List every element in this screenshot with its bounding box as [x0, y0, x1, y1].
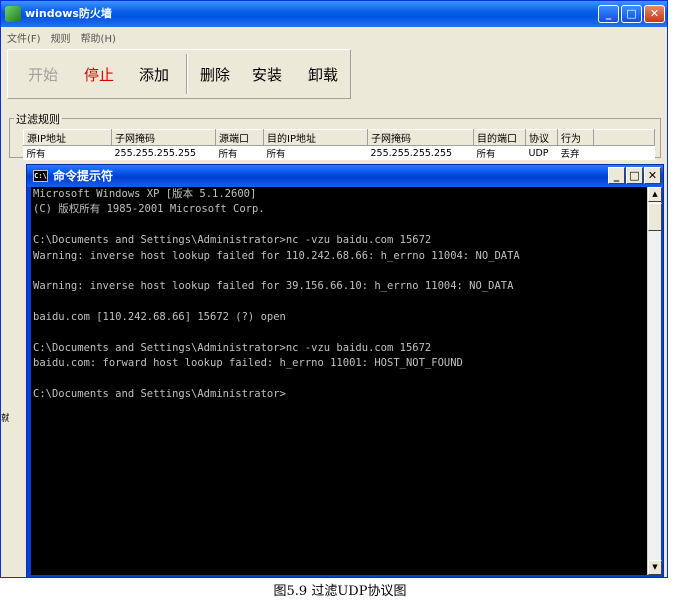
console-line: C:\Documents and Settings\Administrator>… [33, 234, 432, 247]
firewall-menubar: 文件(F) 规则 帮助(H) [1, 27, 667, 47]
install-button[interactable]: 安装 [252, 64, 282, 85]
col-filler [593, 129, 655, 146]
cell-protocol: UDP [528, 147, 549, 159]
console-line: Microsoft Windows XP [版本 5.1.2600] [33, 188, 257, 200]
col-src-port[interactable]: 源端口 [215, 129, 264, 146]
menu-rules[interactable]: 规则 [51, 30, 71, 45]
col-dst-mask[interactable]: 子网掩码 [367, 129, 474, 146]
col-action[interactable]: 行为 [557, 129, 594, 146]
col-dst-port[interactable]: 目的端口 [473, 129, 526, 146]
cmd-titlebar[interactable]: C:\ 命令提示符 _ □ ✕ [27, 165, 663, 187]
console-line: Warning: inverse host lookup failed for … [33, 280, 514, 293]
console-line: C:\Documents and Settings\Administrator>… [33, 341, 432, 354]
firewall-title: windows防火墙 [25, 7, 112, 20]
menu-file[interactable]: 文件(F) [7, 30, 41, 45]
status-bar-fragment: 就 [1, 411, 9, 424]
console-line: baidu.com: forward host lookup failed: h… [33, 357, 463, 370]
minimize-icon[interactable]: _ [608, 167, 625, 184]
console-output[interactable]: Microsoft Windows XP [版本 5.1.2600] (C) 版… [31, 187, 647, 575]
col-dst-ip[interactable]: 目的IP地址 [263, 129, 368, 146]
menu-help[interactable]: 帮助(H) [81, 30, 116, 45]
close-icon[interactable]: ✕ [644, 5, 665, 23]
firewall-window-controls: _ □ ✕ [598, 5, 665, 23]
cmd-app-icon: C:\ [33, 170, 48, 182]
firewall-app-icon [5, 6, 21, 22]
cell-src-port: 所有 [218, 149, 238, 160]
cell-dst-port: 所有 [476, 149, 496, 160]
console-line: Warning: inverse host lookup failed for … [33, 249, 520, 262]
cmd-window-controls: _ □ ✕ [608, 167, 661, 184]
firewall-toolbar: 开始 停止 添加 删除 安装 卸载 [7, 49, 351, 99]
figure-caption: 图5.9 过滤UDP协议图 [273, 584, 407, 599]
uninstall-button[interactable]: 卸载 [308, 64, 338, 85]
console-line: baidu.com [110.242.68.66] 15672 (?) open [33, 311, 286, 324]
cell-dst-mask: 255.255.255.255 [370, 147, 453, 159]
scroll-up-arrow-icon[interactable]: ▲ [648, 187, 662, 202]
rules-group-label: 过滤规则 [14, 111, 62, 127]
col-src-mask[interactable]: 子网掩码 [111, 129, 216, 146]
cell-src-ip: 所有 [26, 149, 46, 160]
maximize-icon[interactable]: □ [626, 167, 643, 184]
console-line: C:\Documents and Settings\Administrator> [33, 388, 286, 401]
cmd-window: C:\ 命令提示符 _ □ ✕ Microsoft Windows XP [版本… [26, 164, 664, 578]
minimize-icon[interactable]: _ [598, 5, 619, 23]
cell-src-mask: 255.255.255.255 [114, 147, 197, 159]
col-src-ip[interactable]: 源IP地址 [23, 129, 112, 146]
vertical-scrollbar[interactable]: ▲ ▼ [647, 187, 662, 575]
stop-button[interactable]: 停止 [84, 64, 114, 85]
cmd-title: 命令提示符 [53, 169, 114, 183]
cell-action: 丢弃 [560, 149, 580, 160]
table-row[interactable]: 所有 255.255.255.255 所有 所有 255.255.255.255… [24, 146, 655, 161]
close-icon[interactable]: ✕ [644, 167, 661, 184]
add-button[interactable]: 添加 [139, 64, 169, 85]
col-protocol[interactable]: 协议 [525, 129, 558, 146]
toolbar-separator [186, 54, 188, 94]
firewall-titlebar[interactable]: windows防火墙 _ □ ✕ [1, 1, 667, 27]
scroll-down-arrow-icon[interactable]: ▼ [648, 560, 662, 575]
cell-filler [594, 146, 655, 161]
maximize-icon[interactable]: □ [621, 5, 642, 23]
rules-table: 源IP地址 子网掩码 源端口 目的IP地址 子网掩码 目的端口 协议 行为 所有… [23, 129, 655, 160]
rules-table-header: 源IP地址 子网掩码 源端口 目的IP地址 子网掩码 目的端口 协议 行为 [23, 129, 655, 146]
cell-dst-ip: 所有 [266, 149, 286, 160]
delete-button[interactable]: 删除 [200, 64, 230, 85]
console-line: (C) 版权所有 1985-2001 Microsoft Corp. [33, 203, 265, 216]
start-button[interactable]: 开始 [28, 64, 58, 85]
scrollbar-thumb[interactable] [648, 203, 662, 231]
